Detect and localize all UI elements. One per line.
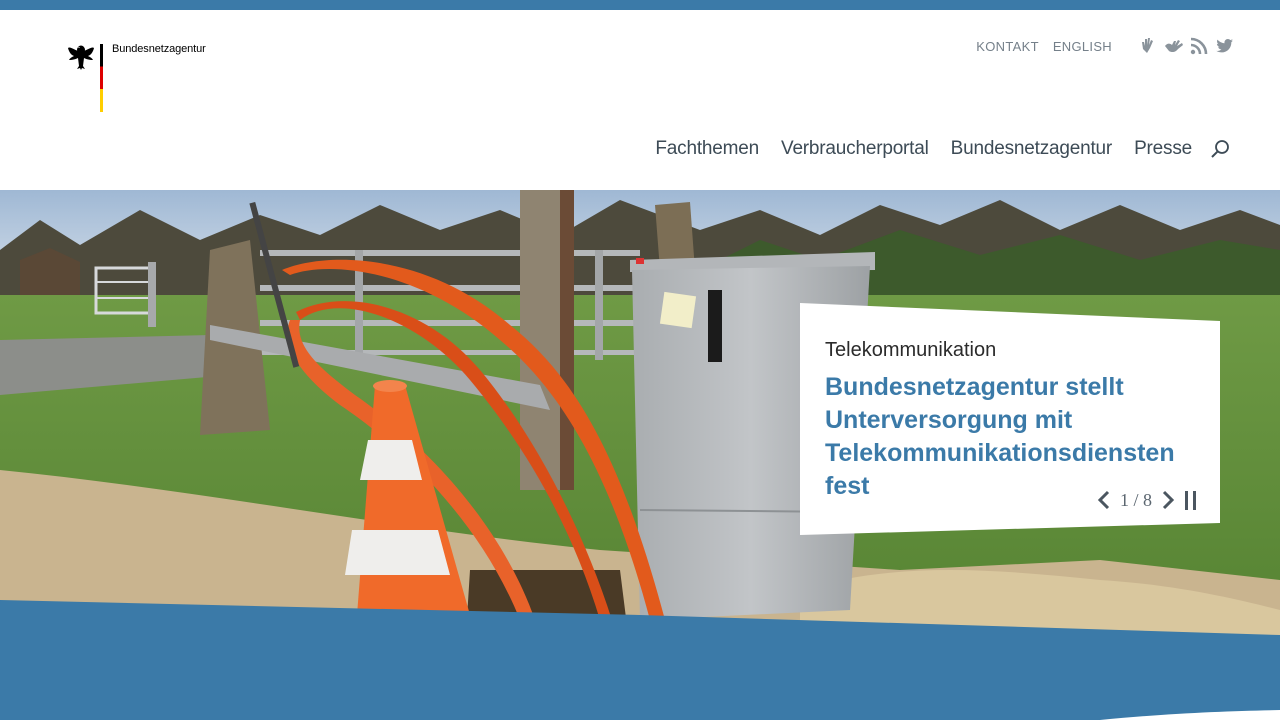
nav-item-presse[interactable]: Presse: [1134, 138, 1192, 160]
hero-teaser-card[interactable]: Telekommunikation Bundesnetzagentur stel…: [800, 303, 1220, 535]
brand-name: Bundesnetzagentur: [112, 43, 206, 55]
nav-item-fachthemen[interactable]: Fachthemen: [655, 138, 759, 160]
twitter-icon[interactable]: [1216, 37, 1234, 55]
brand-logo[interactable]: Bundesnetzagentur: [68, 42, 206, 112]
slider-controls: 1 / 8: [1096, 489, 1198, 511]
nav-item-verbraucherportal[interactable]: Verbraucherportal: [781, 138, 929, 160]
site-header: Bundesnetzagentur KONTAKT ENGLISH Fachth…: [0, 10, 1280, 190]
nav-item-bundesnetzagentur[interactable]: Bundesnetzagentur: [951, 138, 1113, 160]
contact-link[interactable]: KONTAKT: [976, 39, 1039, 54]
teaser-title[interactable]: Bundesnetzagentur stellt Unterversorgung…: [825, 371, 1205, 503]
easy-language-icon[interactable]: [1164, 37, 1183, 55]
main-nav: Fachthemen Verbraucherportal Bundesnetza…: [633, 138, 1230, 160]
chevron-left-icon[interactable]: [1096, 489, 1112, 511]
search-icon[interactable]: [1210, 139, 1230, 159]
teaser-category: Telekommunikation: [825, 339, 997, 361]
top-accent-bar: [0, 0, 1280, 10]
pause-icon[interactable]: [1184, 489, 1198, 511]
federal-eagle-icon: [68, 45, 94, 70]
flag-bar: [100, 44, 103, 112]
sign-language-icon[interactable]: [1138, 37, 1156, 55]
hero-slider: Telekommunikation Bundesnetzagentur stel…: [0, 190, 1280, 720]
rss-icon[interactable]: [1190, 37, 1208, 55]
english-link[interactable]: ENGLISH: [1053, 39, 1112, 54]
slide-counter: 1 / 8: [1120, 489, 1153, 510]
chevron-right-icon[interactable]: [1160, 489, 1176, 511]
utility-nav: KONTAKT ENGLISH: [976, 37, 1234, 55]
